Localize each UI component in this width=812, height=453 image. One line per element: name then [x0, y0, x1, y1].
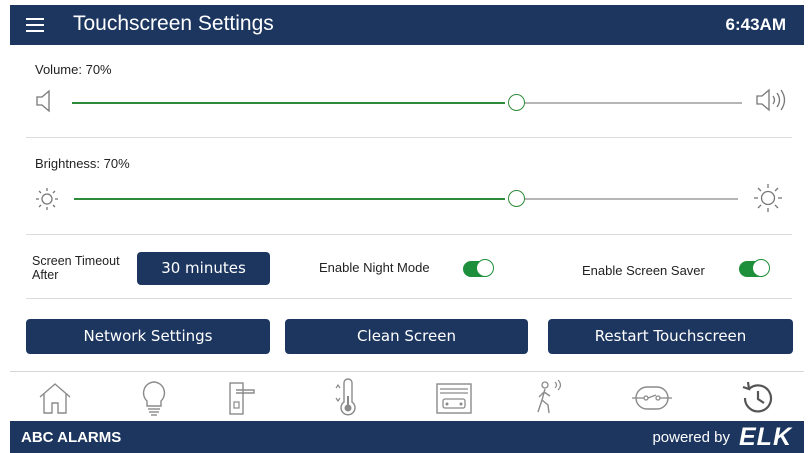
- history-icon[interactable]: [737, 378, 777, 418]
- night-mode-label: Enable Night Mode: [319, 260, 430, 275]
- toggle-knob: [752, 259, 770, 277]
- divider: [26, 137, 792, 138]
- thermostat-icon[interactable]: [326, 378, 366, 418]
- header-bar: Touchscreen Settings 6:43AM: [10, 5, 804, 45]
- screen-timeout-label-line1: Screen Timeout: [32, 254, 120, 268]
- volume-slider[interactable]: [34, 88, 792, 118]
- sun-large-icon: [754, 184, 782, 212]
- toggle-knob: [476, 259, 494, 277]
- footer-bar: ABC ALARMS powered by ELK: [10, 421, 804, 453]
- bottom-nav: [10, 371, 804, 422]
- brightness-slider[interactable]: [34, 184, 792, 214]
- clock: 6:43AM: [725, 15, 786, 34]
- volume-track-empty: [524, 102, 742, 104]
- hamburger-menu-icon[interactable]: [26, 18, 44, 32]
- clean-screen-button[interactable]: Clean Screen: [285, 319, 528, 354]
- screen-saver-toggle[interactable]: [739, 259, 770, 277]
- speaker-loud-icon: [756, 88, 786, 112]
- motion-sensor-icon[interactable]: [530, 378, 570, 418]
- divider: [26, 298, 792, 299]
- automation-icon[interactable]: [632, 378, 672, 418]
- lightbulb-icon[interactable]: [134, 378, 174, 418]
- night-mode-toggle[interactable]: [463, 259, 494, 277]
- home-icon[interactable]: [35, 378, 75, 418]
- door-lock-icon[interactable]: [222, 378, 262, 418]
- screen-saver-label: Enable Screen Saver: [582, 263, 705, 278]
- screen-timeout-label: Screen Timeout After: [32, 254, 120, 282]
- page-title: Touchscreen Settings: [73, 12, 274, 35]
- volume-slider-thumb[interactable]: [508, 94, 525, 111]
- brightness-slider-thumb[interactable]: [508, 190, 525, 207]
- volume-track-filled: [72, 102, 505, 104]
- divider: [26, 234, 792, 235]
- screen-timeout-label-line2: After: [32, 268, 59, 282]
- brightness-track-filled: [74, 198, 505, 200]
- screen-timeout-button[interactable]: 30 minutes: [137, 252, 270, 285]
- brightness-track-empty: [524, 198, 738, 200]
- network-settings-button[interactable]: Network Settings: [26, 319, 270, 354]
- elk-logo: ELK: [739, 423, 792, 451]
- restart-touchscreen-button[interactable]: Restart Touchscreen: [548, 319, 793, 354]
- volume-label: Volume: 70%: [35, 62, 112, 77]
- brand-name: ABC ALARMS: [21, 429, 122, 446]
- brightness-label: Brightness: 70%: [35, 156, 130, 171]
- powered-by-text: powered by: [652, 429, 730, 446]
- garage-icon[interactable]: [434, 378, 474, 418]
